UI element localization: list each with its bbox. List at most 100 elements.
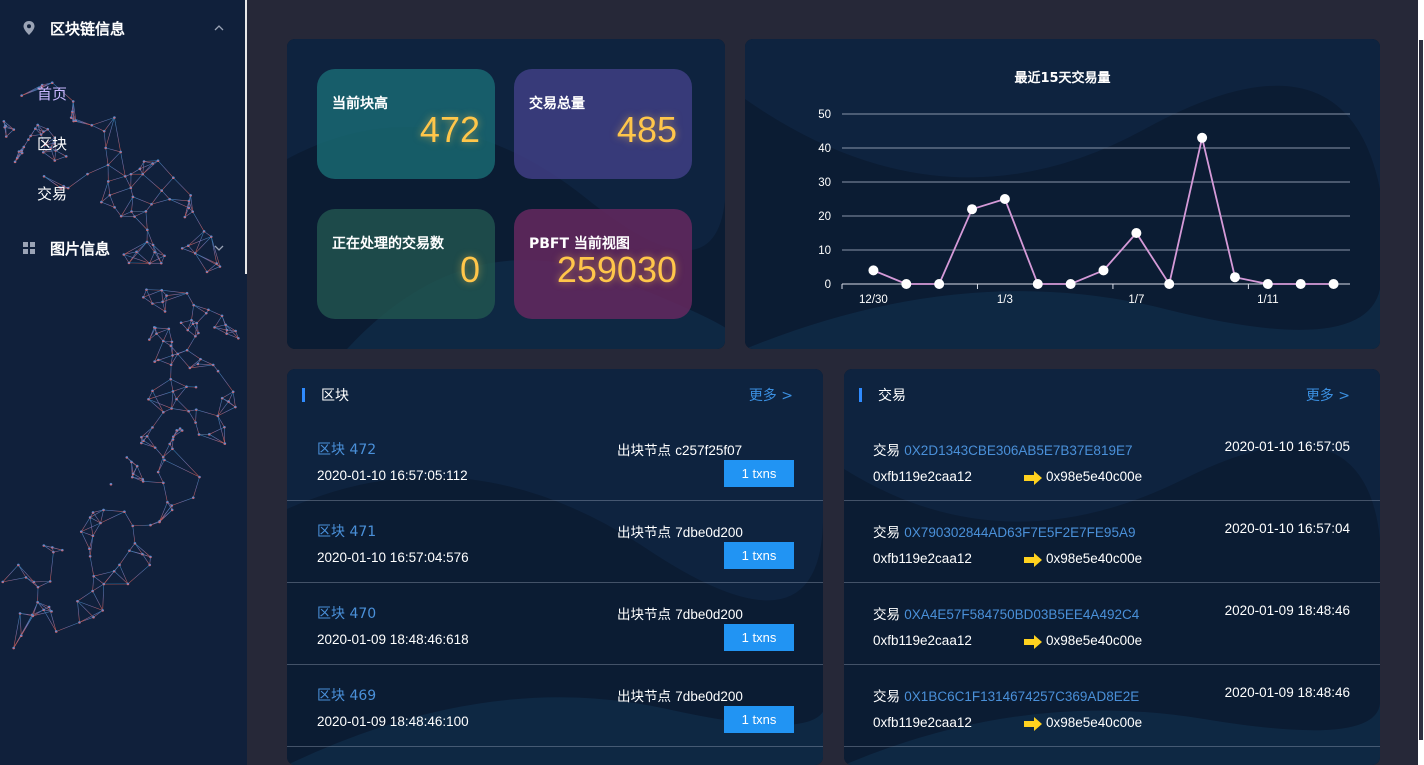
y-tick-label: 30 — [818, 177, 831, 189]
node-value: c257f25f07 — [675, 443, 743, 458]
menu-group-blockchain-info[interactable]: 区块链信息 — [0, 8, 245, 48]
blocks-title: 区块 — [321, 388, 349, 404]
data-point — [1164, 279, 1175, 289]
block-time: 2020-01-10 16:57:05:112 — [317, 468, 468, 483]
tx-label: 交易 0X2D1343CBE306AB5E7B37E819E7 — [873, 439, 1132, 459]
arrow-right-icon — [1024, 717, 1042, 731]
block-row: 区块 469 2020-01-09 18:48:46:100 出块节点 7dbe… — [287, 665, 823, 747]
tx-to: 0x98e5e40c00e — [1046, 551, 1143, 566]
tx-prefix: 交易 — [873, 525, 900, 541]
block-link[interactable]: 区块 470 — [317, 603, 376, 623]
sidebar-item-label: 区块 — [37, 134, 68, 153]
block-node: 出块节点 c257f25f07 — [617, 439, 742, 459]
tx-hash-link[interactable]: 0X790302844AD63F7E5F2E7FE95A9 — [904, 525, 1135, 540]
block-link[interactable]: 区块 469 — [317, 685, 376, 705]
txns-button[interactable]: 1 txns — [724, 542, 794, 569]
block-node: 出块节点 7dbe0d200 — [617, 521, 743, 541]
transactions-header: 交易 更多 > — [844, 369, 1380, 419]
block-node: 出块节点 7dbe0d200 — [617, 603, 743, 623]
blocks-header: 区块 更多 > — [287, 369, 823, 419]
sidebar-item-label: 首页 — [37, 84, 68, 103]
txns-button[interactable]: 1 txns — [724, 624, 794, 651]
block-link[interactable]: 区块 471 — [317, 521, 376, 541]
data-point — [1197, 132, 1208, 143]
block-time: 2020-01-10 16:57:04:576 — [317, 550, 469, 565]
stat-pbft-view: PBFT 当前视图 259030 — [514, 209, 692, 319]
transaction-row: 交易 0X790302844AD63F7E5F2E7FE95A9 2020-01… — [844, 501, 1380, 583]
data-point — [967, 204, 978, 215]
sidebar-item-transactions[interactable]: 交易 — [0, 173, 245, 213]
txns-button[interactable]: 1 txns — [724, 460, 794, 487]
y-tick-label: 0 — [825, 279, 831, 291]
data-point — [1131, 228, 1142, 238]
y-tick-label: 10 — [818, 245, 831, 257]
tx-prefix: 交易 — [873, 607, 900, 623]
stat-total-transactions: 交易总量 485 — [514, 69, 692, 179]
tx-label: 交易 0XA4E57F584750BD03B5EE4A492C4 — [873, 603, 1139, 623]
stat-block-height: 当前块高 472 — [317, 69, 495, 179]
stat-value: 259030 — [556, 249, 677, 290]
tx-from: 0xfb119e2caa12 — [873, 551, 972, 566]
stat-value: 485 — [616, 109, 677, 150]
data-point — [1328, 279, 1339, 289]
page-scrollbar[interactable] — [1418, 0, 1424, 765]
data-point — [901, 279, 912, 289]
x-tick-label: 1/7 — [1128, 294, 1144, 306]
tx-time: 2020-01-09 18:48:46 — [1224, 685, 1350, 700]
data-point — [999, 194, 1010, 204]
stats-card: 当前块高 472 交易总量 485 正在处理的交易数 0 PBFT 当前视图 2… — [287, 39, 725, 349]
tx-hash-link[interactable]: 0XA4E57F584750BD03B5EE4A492C4 — [904, 607, 1139, 622]
tx-label: 交易 0X1BC6C1F1314674257C369AD8E2E — [873, 685, 1139, 705]
transactions-more-link[interactable]: 更多 > — [1306, 385, 1350, 405]
header-accent-bar — [302, 388, 305, 402]
node-label: 出块节点 — [617, 607, 671, 623]
menu-group-image-info[interactable]: 图片信息 — [0, 228, 245, 268]
tx-to: 0x98e5e40c00e — [1046, 715, 1143, 730]
data-point — [1098, 265, 1109, 276]
tx-hash-link[interactable]: 0X2D1343CBE306AB5E7B37E819E7 — [904, 443, 1132, 458]
data-point — [1065, 279, 1076, 289]
tx-hash-link[interactable]: 0X1BC6C1F1314674257C369AD8E2E — [904, 689, 1139, 704]
x-tick-label: 1/11 — [1257, 294, 1279, 306]
y-tick-label: 40 — [818, 143, 831, 155]
block-row: 区块 472 2020-01-10 16:57:05:112 出块节点 c257… — [287, 419, 823, 501]
mesh-ring-decoration — [1, 81, 240, 650]
blocks-more-link[interactable]: 更多 > — [749, 385, 793, 405]
chevron-down-icon — [214, 245, 224, 251]
tx-to: 0x98e5e40c00e — [1046, 633, 1143, 648]
tx-from: 0xfb119e2caa12 — [873, 715, 972, 730]
grid-icon — [23, 242, 35, 254]
txns-button[interactable]: 1 txns — [724, 706, 794, 733]
blocks-card: 区块 更多 > 区块 472 2020-01-10 16:57:05:112 出… — [287, 369, 823, 765]
menu-group-label: 区块链信息 — [50, 19, 126, 38]
arrow-right-icon — [1024, 635, 1042, 649]
block-time: 2020-01-09 18:48:46:100 — [317, 714, 469, 729]
tx-from: 0xfb119e2caa12 — [873, 469, 972, 484]
block-node: 出块节点 7dbe0d200 — [617, 685, 743, 705]
sidebar-item-blocks[interactable]: 区块 — [0, 123, 245, 163]
data-point — [934, 279, 945, 289]
data-point — [1295, 279, 1306, 289]
sidebar-item-home[interactable]: 首页 — [0, 73, 245, 113]
tx-time: 2020-01-10 16:57:05 — [1224, 439, 1350, 454]
data-point — [1032, 279, 1043, 289]
transaction-row: 交易 0XA4E57F584750BD03B5EE4A492C4 2020-01… — [844, 583, 1380, 665]
stat-label: 正在处理的交易数 — [332, 236, 444, 252]
data-point — [868, 265, 879, 276]
transactions-card: 交易 更多 > 交易 0X2D1343CBE306AB5E7B37E819E7 … — [844, 369, 1380, 765]
stat-pending-transactions: 正在处理的交易数 0 — [317, 209, 495, 319]
block-link[interactable]: 区块 472 — [317, 439, 376, 459]
tx-time: 2020-01-09 18:48:46 — [1224, 603, 1350, 618]
series-line — [873, 137, 1334, 287]
transaction-volume-chart: 0 10 20 30 40 50 12/30 1/3 1/7 1/11 — [818, 109, 1350, 306]
stat-value: 472 — [419, 109, 480, 150]
data-point — [1229, 272, 1240, 283]
node-value: 7dbe0d200 — [675, 607, 743, 622]
transaction-row: 交易 0X2D1343CBE306AB5E7B37E819E7 2020-01-… — [844, 419, 1380, 501]
transaction-row: 交易 0X1BC6C1F1314674257C369AD8E2E 2020-01… — [844, 665, 1380, 747]
block-time: 2020-01-09 18:48:46:618 — [317, 632, 469, 647]
arrow-right-icon — [1024, 553, 1042, 567]
y-tick-label: 50 — [818, 109, 831, 121]
scrollbar-thumb[interactable] — [1419, 40, 1423, 740]
x-tick-label: 1/3 — [997, 294, 1013, 306]
